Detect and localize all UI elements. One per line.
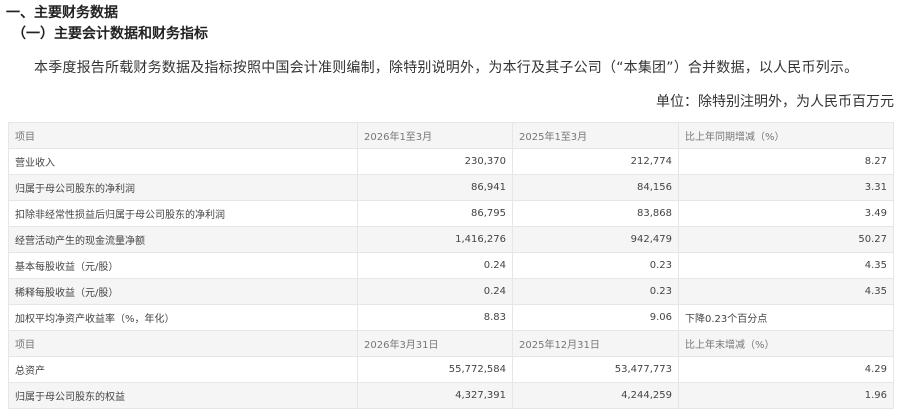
cell-value: 4,327,391 xyxy=(357,382,513,409)
unit-note: 单位：除特别注明外，为人民币百万元 xyxy=(656,94,894,110)
row-label: 项目 xyxy=(8,122,358,149)
description-paragraph: 本季度报告所载财务数据及指标按照中国会计准则编制，除特别说明外，为本行及其子公司… xyxy=(34,60,859,76)
table-row: 加权平均净资产收益率（%，年化） 8.83 9.06 下降0.23个百分点 xyxy=(8,304,894,331)
cell-value: 1,416,276 xyxy=(357,226,513,253)
cell-value: 比上年同期增减（%） xyxy=(678,122,894,149)
cell-value: 8.27 xyxy=(678,148,894,175)
row-label: 总资产 xyxy=(8,356,358,383)
cell-value: 9.06 xyxy=(512,304,679,331)
cell-value: 0.24 xyxy=(357,252,513,279)
table-row: 归属于母公司股东的净利润 86,941 84,156 3.31 xyxy=(8,174,894,201)
cell-value: 4.29 xyxy=(678,356,894,383)
section-heading: 一、主要财务数据 xyxy=(6,5,118,21)
table-row: 扣除非经常性损益后归属于母公司股东的净利润 86,795 83,868 3.49 xyxy=(8,200,894,227)
cell-value: 55,772,584 xyxy=(357,356,513,383)
cell-value: 下降0.23个百分点 xyxy=(678,304,894,331)
row-label: 项目 xyxy=(8,330,358,357)
cell-value: 86,941 xyxy=(357,174,513,201)
cell-value: 3.49 xyxy=(678,200,894,227)
row-label: 扣除非经常性损益后归属于母公司股东的净利润 xyxy=(8,200,358,227)
cell-value: 8.83 xyxy=(357,304,513,331)
row-label: 经营活动产生的现金流量净额 xyxy=(8,226,358,253)
table-row: 经营活动产生的现金流量净额 1,416,276 942,479 50.27 xyxy=(8,226,894,253)
row-label: 稀释每股收益（元/股） xyxy=(8,278,358,305)
cell-value: 86,795 xyxy=(357,200,513,227)
cell-value: 2025年12月31日 xyxy=(512,330,679,357)
cell-value: 0.23 xyxy=(512,252,679,279)
cell-value: 83,868 xyxy=(512,200,679,227)
cell-value: 0.23 xyxy=(512,278,679,305)
cell-value: 942,479 xyxy=(512,226,679,253)
table-row: 总资产 55,772,584 53,477,773 4.29 xyxy=(8,356,894,383)
subsection-heading: （一）主要会计数据和财务指标 xyxy=(12,26,208,42)
cell-value: 4.35 xyxy=(678,252,894,279)
cell-value: 0.24 xyxy=(357,278,513,305)
table-row: 归属于母公司股东的权益 4,327,391 4,244,259 1.96 xyxy=(8,382,894,409)
row-label: 归属于母公司股东的权益 xyxy=(8,382,358,409)
cell-value: 2025年1至3月 xyxy=(512,122,679,149)
row-label: 营业收入 xyxy=(8,148,358,175)
cell-value: 比上年末增减（%） xyxy=(678,330,894,357)
table-row: 稀释每股收益（元/股） 0.24 0.23 4.35 xyxy=(8,278,894,305)
table-header-row: 项目 2026年3月31日 2025年12月31日 比上年末增减（%） xyxy=(8,330,894,357)
cell-value: 4,244,259 xyxy=(512,382,679,409)
cell-value: 3.31 xyxy=(678,174,894,201)
cell-value: 50.27 xyxy=(678,226,894,253)
table-row: 基本每股收益（元/股） 0.24 0.23 4.35 xyxy=(8,252,894,279)
row-label: 基本每股收益（元/股） xyxy=(8,252,358,279)
cell-value: 2026年1至3月 xyxy=(357,122,513,149)
row-label: 归属于母公司股东的净利润 xyxy=(8,174,358,201)
financial-data-table: 项目 2026年1至3月 2025年1至3月 比上年同期增减（%） 营业收入 230,37… xyxy=(8,122,894,409)
cell-value: 212,774 xyxy=(512,148,679,175)
cell-value: 84,156 xyxy=(512,174,679,201)
cell-value: 230,370 xyxy=(357,148,513,175)
cell-value: 53,477,773 xyxy=(512,356,679,383)
table-row: 营业收入 230,370 212,774 8.27 xyxy=(8,148,894,175)
cell-value: 2026年3月31日 xyxy=(357,330,513,357)
table-header-row: 项目 2026年1至3月 2025年1至3月 比上年同期增减（%） xyxy=(8,122,894,149)
cell-value: 1.96 xyxy=(678,382,894,409)
row-label: 加权平均净资产收益率（%，年化） xyxy=(8,304,358,331)
cell-value: 4.35 xyxy=(678,278,894,305)
